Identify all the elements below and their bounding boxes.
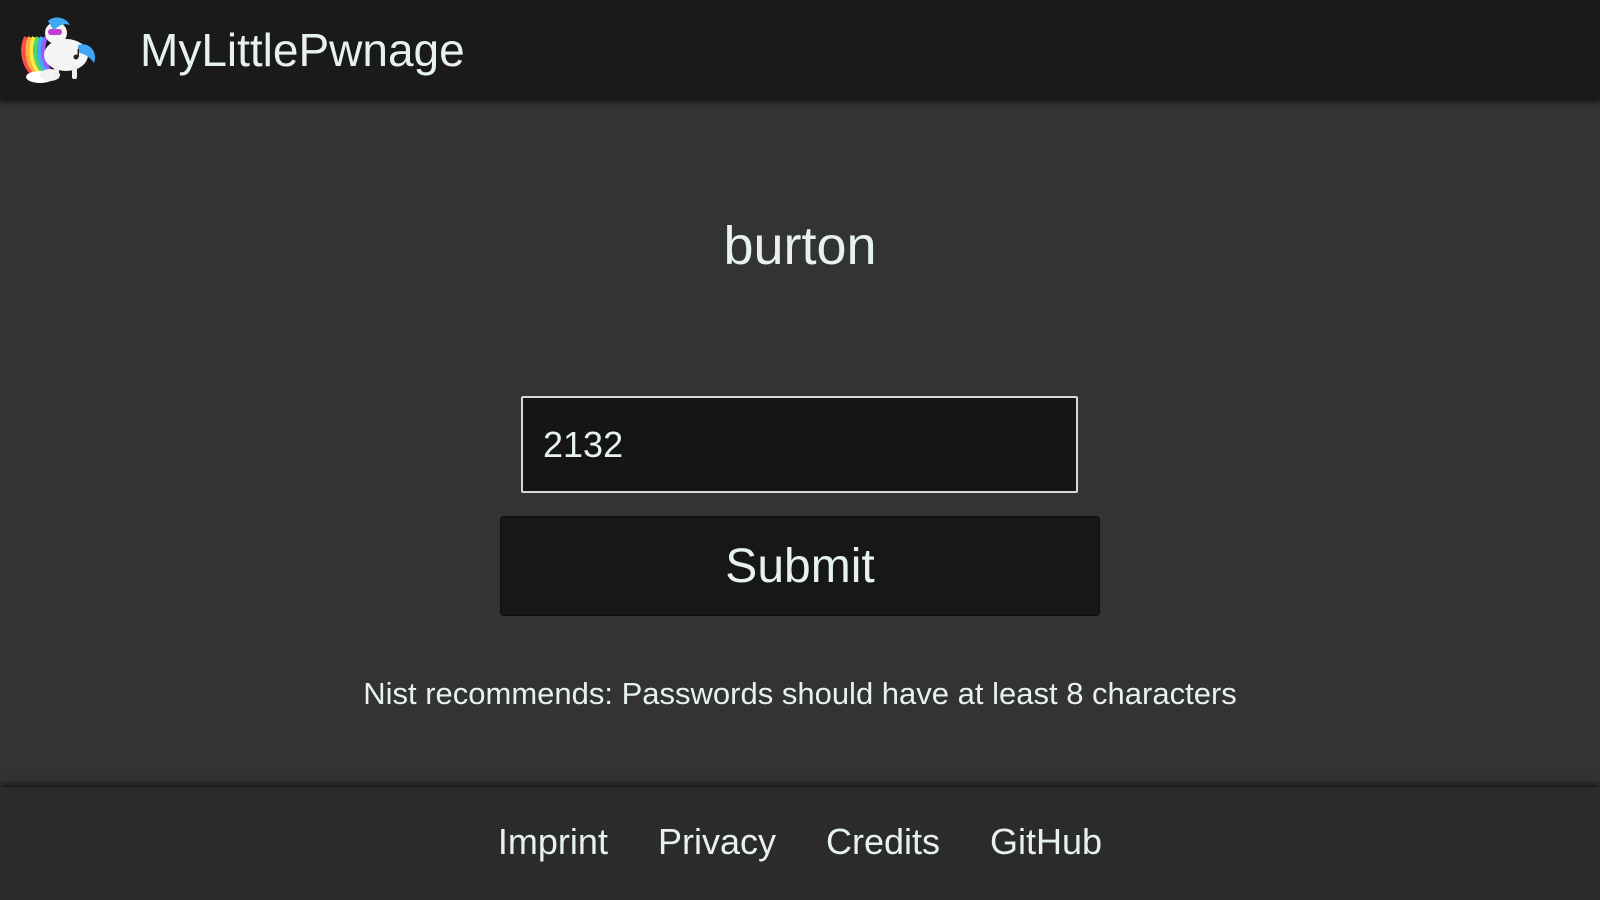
pony-logo-icon[interactable] (20, 15, 100, 85)
password-hint: Nist recommends: Passwords should have a… (363, 676, 1237, 711)
footer-link-privacy[interactable]: Privacy (658, 821, 776, 863)
navbar: MyLittlePwnage (0, 0, 1600, 100)
main-content: burton Submit Nist recommends: Passwords… (0, 100, 1600, 787)
footer-link-imprint[interactable]: Imprint (498, 821, 608, 863)
footer-link-credits[interactable]: Credits (826, 821, 940, 863)
brand-link[interactable]: MyLittlePwnage (140, 23, 465, 77)
footer: Imprint Privacy Credits GitHub (0, 787, 1600, 900)
page-title: burton (723, 216, 877, 276)
submit-button[interactable]: Submit (500, 516, 1100, 616)
password-input[interactable] (521, 396, 1078, 493)
footer-link-github[interactable]: GitHub (990, 821, 1102, 863)
